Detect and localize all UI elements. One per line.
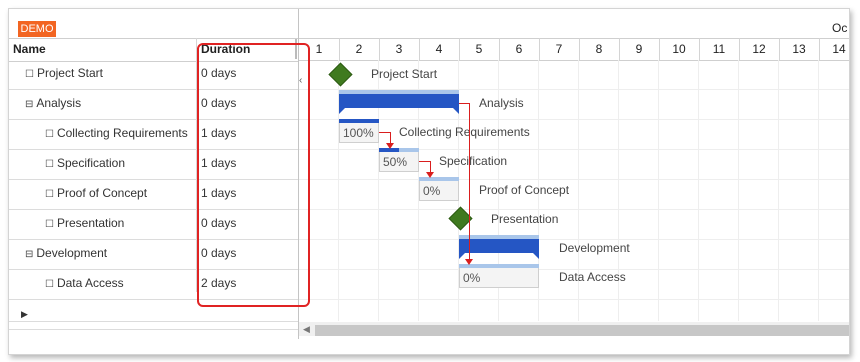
summary-bar-right-tip [453,108,459,114]
task-name: Development [36,246,108,260]
grid-line [698,60,699,321]
timeline-day: 2 [339,38,380,60]
grid-line [738,60,739,321]
bar-label-project-start: Project Start [371,67,438,81]
task-bar-data-access[interactable]: 0% [459,268,539,288]
grid-line [658,60,659,321]
horizontal-scrollbar[interactable]: ◀ [299,322,849,336]
row-line [299,119,849,120]
timeline-day: 4 [419,38,460,60]
timeline-day: 7 [539,38,580,60]
link-arrow-icon [386,143,394,149]
timeline-month-row: Oc [299,9,849,39]
timeline-day: 3 [379,38,420,60]
grid-line [778,60,779,321]
bar-label-collecting: Collecting Requirements [399,125,530,139]
row-line [299,299,849,300]
task-bar-specification[interactable]: 50% [379,152,419,172]
grid-footer [9,321,298,340]
link-arrow-icon [426,172,434,178]
grid-line [818,60,819,321]
task-bar-proof[interactable]: 0% [419,181,459,201]
bar-label-data-access: Data Access [559,270,626,284]
task-name-cell: ☐ Proof of Concept [45,186,147,200]
bar-label-proof: Proof of Concept [479,183,570,197]
task-name: Data Access [56,276,124,290]
task-bar-collecting[interactable]: 100% [339,123,379,143]
bar-label-development: Development [559,241,630,255]
checkbox-icon[interactable]: ☐ [45,189,54,200]
checkbox-icon[interactable]: ☐ [45,129,54,140]
task-name: Specification [56,156,126,170]
task-name: Collecting Requirements [56,126,188,140]
caret-left-icon[interactable]: ◀ [303,322,310,336]
row-line [299,239,849,240]
summary-bar-right-tip [533,253,539,259]
task-name-cell: ☐ Collecting Requirements [45,126,188,140]
checkbox-icon[interactable]: ☐ [25,69,34,80]
summary-bar-left-tip [339,108,345,114]
timeline-day: 14 [819,38,849,60]
checkbox-icon[interactable]: ☐ [45,219,54,230]
timeline-day: 6 [499,38,540,60]
checkbox-icon[interactable]: ☐ [45,279,54,290]
bar-label-presentation: Presentation [491,212,559,226]
timeline-day: 13 [779,38,820,60]
demo-badge: DEMO [18,21,56,37]
bar-label-analysis: Analysis [479,96,524,110]
timeline-month: Oc [832,21,848,35]
summary-bar-development[interactable] [459,239,539,253]
task-name-cell: ⊟ Development [25,246,107,260]
bar-label-specification: Specification [439,154,508,168]
summary-bar-analysis[interactable] [339,94,459,108]
task-name-cell: ⊟ Analysis [25,96,81,110]
link-arrow-icon [465,259,473,265]
checkbox-icon[interactable]: ☐ [45,159,54,170]
task-name-cell: ☐ Data Access [45,276,124,290]
task-name-cell: ☐ Presentation [45,216,124,230]
dependency-link[interactable] [469,103,470,259]
row-line [299,209,849,210]
scrollbar-thumb[interactable] [315,325,849,336]
timeline-day: 10 [659,38,700,60]
timeline-day: 8 [579,38,620,60]
timeline-days-row: 1 2 3 4 5 6 7 8 9 10 11 12 13 14 [299,38,849,61]
row-line [299,179,849,180]
gantt-chart: Oc 1 2 3 4 5 6 7 8 9 10 11 12 13 14 Proj… [299,9,849,354]
task-name: Project Start [36,66,103,80]
timeline-day: 5 [459,38,500,60]
task-name: Analysis [36,96,82,110]
task-name-cell: ☐ Specification [45,156,125,170]
timeline-day: 11 [699,38,740,60]
timeline-day: 9 [619,38,660,60]
caret-right-icon: ▶ [21,309,28,319]
task-name: Presentation [56,216,125,230]
task-name-cell: ☐ Project Start [25,66,103,80]
timeline-day: 12 [739,38,780,60]
collapse-icon[interactable]: ⊟ [25,249,33,260]
collapse-icon[interactable]: ⊟ [25,99,33,110]
gantt-frame: DEMO Name Duration ☐ Project Start 0 days… [8,8,850,355]
column-header-name[interactable]: Name [13,42,46,56]
milestone-diamond[interactable] [328,62,353,87]
duration-column-highlight [197,43,310,307]
task-name: Proof of Concept [56,186,148,200]
